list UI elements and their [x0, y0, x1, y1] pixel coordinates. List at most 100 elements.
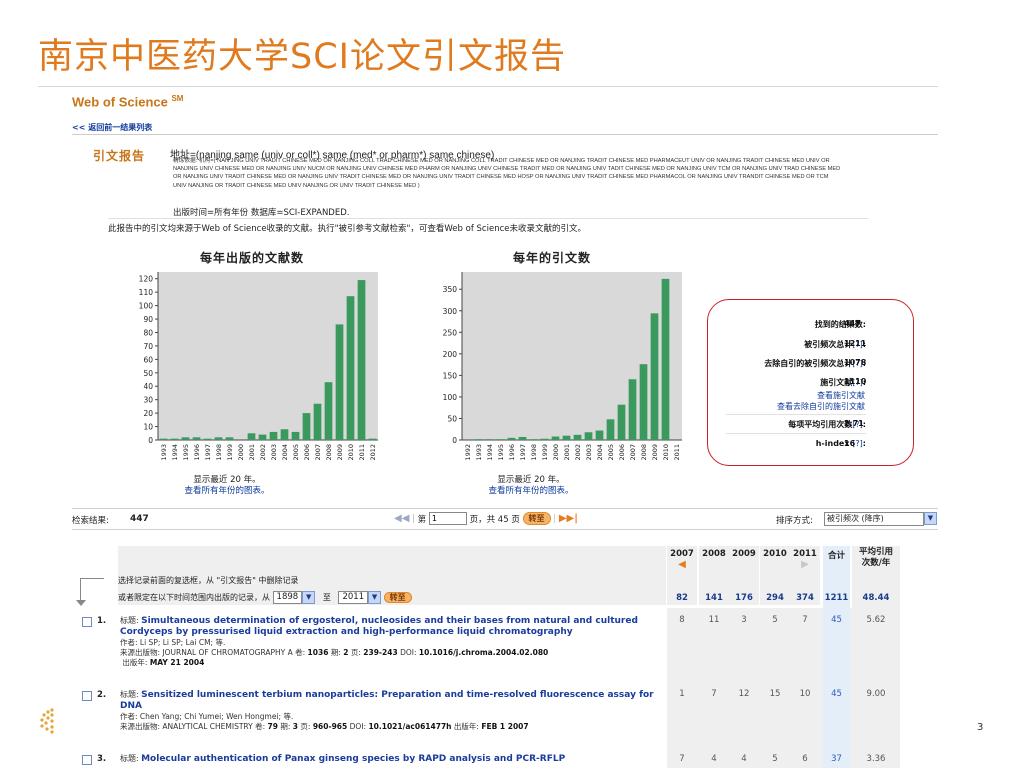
record-body: 标题: Simultaneous determination of ergost… — [120, 616, 660, 668]
view-citing-link[interactable]: 查看施引文献 — [817, 390, 865, 401]
record-sum: 45 — [831, 615, 842, 625]
chart-bar — [496, 439, 505, 440]
chart-bar — [562, 435, 571, 440]
record-cites: 8 — [679, 615, 685, 625]
chart-bar — [335, 324, 344, 440]
record-avg: 3.36 — [866, 754, 886, 764]
avg-label-row: 每项平均引用次数[?]: — [708, 419, 866, 430]
x-tick-label: 2004 — [281, 444, 289, 461]
record-source-row: 来源出版物: ANALYTICAL CHEMISTRY 卷: 79 期: 3 页… — [120, 722, 660, 732]
x-tick-label: 1992 — [464, 444, 472, 461]
publication-time: 出版时间=所有年份 数据库=SCI-EXPANDED. — [173, 208, 350, 218]
record-cites: 11 — [708, 615, 720, 625]
record-cites: 1 — [679, 689, 685, 699]
y-tick-label: 60 — [143, 355, 153, 364]
record-checkbox[interactable] — [82, 691, 92, 701]
divider — [72, 134, 938, 135]
chart-bar — [269, 431, 278, 440]
source-note: 此报告中的引文均来源于Web of Science收录的文献。执行"被引参考文献… — [108, 224, 586, 234]
y-tick-label: 70 — [143, 342, 153, 351]
range-from-select[interactable]: 1898 — [272, 591, 303, 604]
record-checkbox[interactable] — [82, 617, 92, 627]
page-number-input[interactable] — [428, 512, 467, 525]
x-tick-label: 2003 — [270, 444, 278, 461]
chart-bar — [606, 419, 615, 440]
record-doi: 10.1016/j.chroma.2004.02.080 — [418, 648, 549, 657]
y-tick-label: 50 — [143, 369, 153, 378]
chart-bar — [617, 404, 626, 440]
y-tick-label: 200 — [443, 350, 458, 359]
x-tick-label: 1995 — [497, 444, 505, 461]
x-tick-label: 2010 — [347, 444, 355, 461]
x-tick-label: 2004 — [596, 444, 604, 461]
record-authors: 作者: Li SP; Li SP; Lai CM; 等. — [120, 638, 226, 647]
record-pages: 960-965 — [312, 722, 348, 731]
prev-years-icon[interactable]: ◀ — [667, 559, 697, 570]
date-label: 出版年: — [453, 722, 479, 731]
record-date: FEB 1 2007 — [481, 722, 529, 731]
x-tick-label: 2005 — [607, 444, 615, 461]
left-chart-all-years-link[interactable]: 查看所有年份的图表。 — [127, 484, 327, 496]
x-tick-label: 2000 — [552, 444, 560, 461]
chart-bar — [595, 430, 604, 440]
year-header-2010: 2010 — [763, 549, 787, 559]
next-page-icon[interactable]: ▶ — [559, 513, 567, 524]
year-header-2009: 2009 — [732, 549, 756, 559]
pages-label: 页: — [350, 648, 361, 657]
x-tick-label: 2011 — [358, 444, 366, 461]
next-years-icon: ▶ — [801, 559, 809, 570]
x-tick-label: 2000 — [237, 444, 245, 461]
y-tick-label: 30 — [143, 396, 153, 405]
found-label: 找到的结果数: — [814, 320, 866, 329]
record-title-link[interactable]: Sensitized luminescent terbium nanoparti… — [120, 690, 654, 711]
chevron-down-icon[interactable]: ▼ — [368, 591, 382, 604]
sort-select[interactable]: 被引频次 (降序) — [824, 512, 924, 526]
citations-per-year-chart: 0501001502002503003501992 1993 1994 1995 199… — [443, 272, 682, 461]
issue-label: 期: — [280, 722, 291, 731]
record-checkbox[interactable] — [82, 755, 92, 765]
avg-label: 每项平均引用次数 — [788, 420, 853, 429]
record-source-row: 来源出版物: JOURNAL OF CHROMATOGRAPHY A 卷: 10… — [120, 648, 660, 658]
record-cites: 15 — [769, 689, 781, 699]
record-pages: 239-243 — [363, 648, 398, 657]
self-label: 去除自引的被引频次总计 — [764, 359, 853, 368]
record-issue: 3 — [292, 722, 298, 731]
last-page-icon[interactable]: ▶| — [567, 513, 578, 524]
record-title-link[interactable]: Simultaneous determination of ergosterol… — [120, 616, 638, 637]
range-prefix: 或者限定在以下时间范围内出版的记录，从 — [118, 593, 270, 602]
list-item: 1. 标题: Simultaneous determination of erg… — [80, 616, 660, 686]
record-number: 2. — [97, 690, 107, 700]
chevron-down-icon[interactable]: ▼ — [924, 512, 937, 525]
pager: ◀◀ | 第 页，共 45 页 转至 | ▶▶| — [394, 512, 578, 528]
query-refinement: 精炼依据: 机构=( NAN JING UNIV TRADIT CHINESE … — [173, 158, 841, 189]
year-header-2008: 2008 — [702, 549, 726, 559]
right-chart-title: 每年的引文数 — [513, 251, 592, 265]
list-item: 3. 标题: Molecular authentication of Panax… — [80, 754, 660, 768]
plot-background — [462, 272, 682, 440]
wos-logo-sup: SM — [171, 94, 184, 103]
go-page-button[interactable]: 转至 — [522, 512, 551, 525]
list-item: 2. 标题: Sensitized luminescent terbium na… — [80, 690, 660, 740]
back-to-results-link[interactable]: << 返回前一结果列表 — [72, 122, 152, 133]
cited-label-row: 被引频次总计[?]: — [708, 339, 866, 350]
divider — [108, 218, 868, 219]
year-total: 294 — [766, 593, 784, 603]
first-page-icon[interactable]: ◀◀ — [394, 513, 409, 524]
avg-header: 平均引用次数/年 — [858, 547, 893, 568]
chart-bar — [346, 296, 355, 440]
right-chart-all-years-link[interactable]: 查看所有年份的图表。 — [431, 484, 631, 496]
grand-total: 1211 — [824, 593, 849, 603]
range-to-select[interactable]: 2011 — [338, 591, 369, 604]
record-cites: 6 — [802, 754, 808, 764]
record-date: MAY 21 2004 — [149, 658, 205, 667]
colon: : — [862, 439, 866, 448]
chart-bar — [302, 413, 311, 440]
wos-logo: Web of Science SM — [72, 94, 183, 109]
view-citing-noself-link[interactable]: 查看去除自引的施引文献 — [777, 401, 865, 412]
record-cites: 12 — [738, 689, 750, 699]
chevron-down-icon[interactable]: ▼ — [302, 591, 316, 604]
range-go-button[interactable]: 转至 — [383, 592, 412, 603]
chart-bar — [203, 438, 212, 440]
record-title-link[interactable]: Molecular authentication of Panax ginsen… — [141, 754, 565, 764]
x-tick-label: 1999 — [541, 444, 549, 461]
